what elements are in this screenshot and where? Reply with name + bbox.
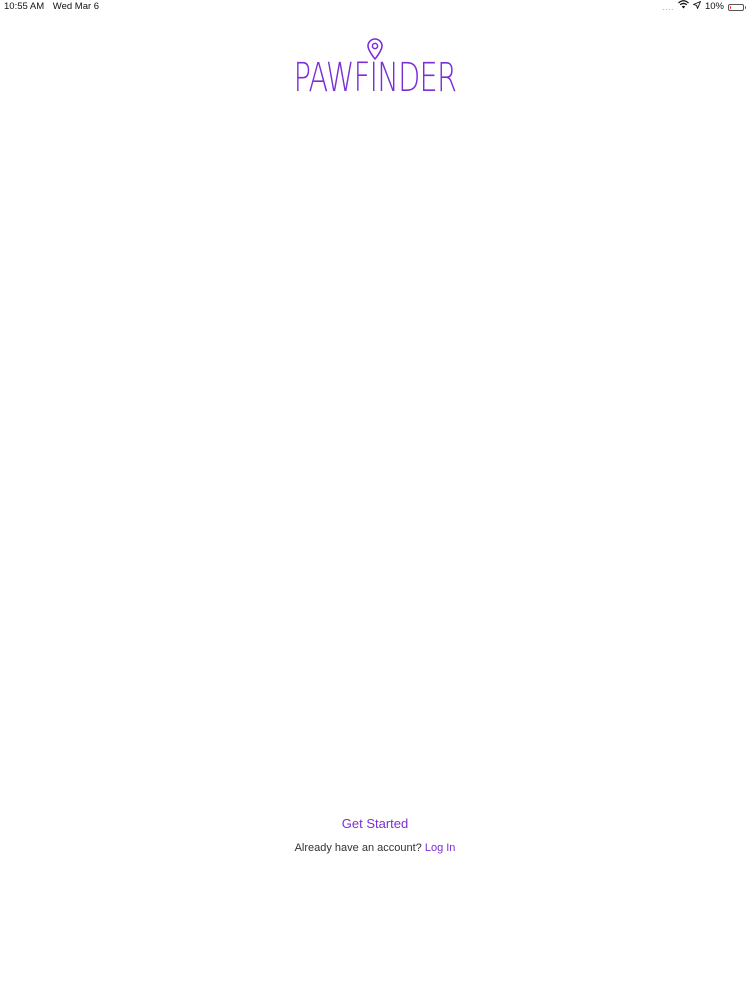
battery-percent: 10% bbox=[704, 1, 724, 12]
cellular-signal-indicator: .... bbox=[661, 2, 674, 12]
wifi-icon bbox=[678, 0, 689, 14]
login-prompt-row: Already have an account? Log In bbox=[0, 842, 750, 854]
status-time: 10:55 AM bbox=[4, 1, 45, 12]
log-in-link[interactable]: Log In bbox=[425, 842, 456, 854]
login-prompt-text: Already have an account? bbox=[294, 842, 422, 854]
location-arrow-icon bbox=[693, 0, 701, 14]
battery-level-fill bbox=[730, 5, 731, 9]
app-logo: PAWFINDER bbox=[0, 38, 750, 101]
status-bar: 10:55 AM Wed Mar 6 .... 10% bbox=[0, 0, 750, 14]
status-left: 10:55 AM Wed Mar 6 bbox=[4, 0, 99, 14]
status-date: Wed Mar 6 bbox=[52, 1, 100, 12]
battery-icon bbox=[728, 3, 746, 11]
status-right: .... 10% bbox=[661, 0, 746, 14]
get-started-button[interactable]: Get Started bbox=[0, 816, 750, 831]
app-logo-text: PAWFINDER bbox=[293, 55, 457, 101]
